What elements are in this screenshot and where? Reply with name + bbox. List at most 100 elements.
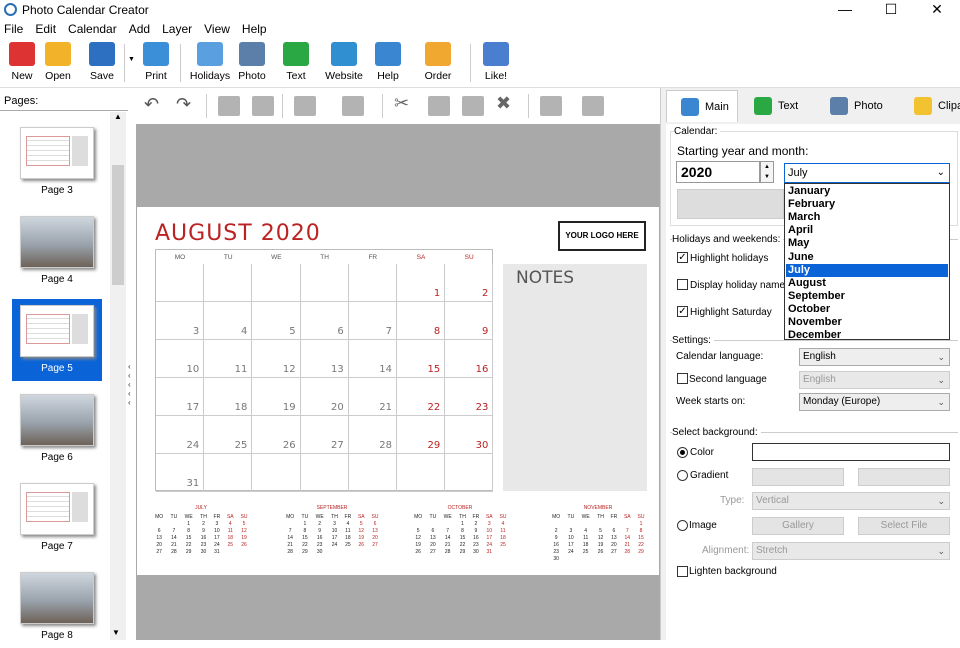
day-cell[interactable]: 28 bbox=[348, 416, 397, 454]
close-button[interactable]: ✕ bbox=[914, 0, 960, 20]
month-option[interactable]: November bbox=[786, 316, 948, 329]
toolbar-photo-button[interactable]: Photo bbox=[230, 40, 274, 86]
gradient-color-1[interactable] bbox=[752, 468, 844, 486]
menu-help[interactable]: Help bbox=[238, 20, 271, 38]
month-grid[interactable]: MO TU WE TH FR SA SU 1 2 3 4 5 6 7 8 9 10 11 12 13 14 15 16 17 1… bbox=[155, 249, 494, 492]
day-cell[interactable]: 6 bbox=[300, 302, 349, 340]
menu-layer[interactable]: Layer bbox=[158, 20, 196, 38]
day-cell[interactable]: 18 bbox=[204, 378, 253, 416]
toolbar-help-button[interactable]: Help bbox=[366, 40, 410, 86]
day-cell[interactable]: 16 bbox=[445, 340, 494, 378]
lighten-background-checkbox[interactable] bbox=[677, 566, 688, 577]
day-cell[interactable]: 30 bbox=[445, 416, 494, 454]
month-option[interactable]: February bbox=[786, 198, 948, 211]
color-radio[interactable] bbox=[677, 447, 688, 458]
day-cell[interactable]: 17 bbox=[156, 378, 205, 416]
page-thumbnail[interactable]: Page 4 bbox=[12, 210, 102, 292]
month-option[interactable]: June bbox=[786, 251, 948, 264]
calendar-month-title[interactable]: AUGUST 2020 bbox=[155, 221, 321, 246]
day-cell[interactable]: 11 bbox=[204, 340, 253, 378]
week-starts-select[interactable]: Monday (Europe) ⌄ bbox=[799, 393, 950, 411]
menu-calendar[interactable]: Calendar bbox=[64, 20, 121, 38]
day-cell[interactable] bbox=[445, 454, 494, 492]
scroll-down-icon[interactable]: ▼ bbox=[112, 628, 120, 637]
month-option[interactable]: August bbox=[786, 277, 948, 290]
day-cell[interactable]: 3 bbox=[156, 302, 205, 340]
tab-main[interactable]: Main bbox=[666, 90, 738, 122]
day-cell[interactable] bbox=[348, 264, 397, 302]
align-bottom-icon[interactable] bbox=[342, 96, 364, 116]
gallery-button[interactable]: Gallery bbox=[752, 517, 844, 535]
toolbar-website-button[interactable]: Website bbox=[322, 40, 366, 86]
lock-icon[interactable] bbox=[582, 96, 604, 116]
second-language-select[interactable]: English ⌄ bbox=[799, 371, 950, 389]
minimize-button[interactable]: — bbox=[822, 0, 868, 20]
toolbar-text-button[interactable]: Text bbox=[274, 40, 318, 86]
menu-view[interactable]: View bbox=[200, 20, 234, 38]
day-cell[interactable]: 1 bbox=[397, 264, 446, 302]
page-thumbnail[interactable]: Page 7 bbox=[12, 477, 102, 559]
day-cell[interactable]: 20 bbox=[300, 378, 349, 416]
tab-text[interactable]: Text bbox=[738, 90, 814, 122]
day-cell[interactable]: 8 bbox=[397, 302, 446, 340]
second-language-checkbox[interactable] bbox=[677, 373, 688, 384]
month-option[interactable]: December bbox=[786, 329, 948, 342]
day-cell[interactable]: 24 bbox=[156, 416, 205, 454]
maximize-button[interactable]: ☐ bbox=[868, 0, 914, 20]
day-cell[interactable]: 7 bbox=[348, 302, 397, 340]
gradient-type-select[interactable]: Vertical ⌄ bbox=[752, 492, 950, 510]
month-option[interactable]: April bbox=[786, 224, 948, 237]
day-cell[interactable] bbox=[252, 454, 301, 492]
page-thumbnail[interactable]: Page 5 bbox=[12, 299, 102, 381]
day-cell[interactable]: 4 bbox=[204, 302, 253, 340]
select-file-button[interactable]: Select File bbox=[858, 517, 950, 535]
toolbar-holidays-button[interactable]: Holidays bbox=[188, 40, 232, 86]
cut-icon[interactable]: ✂ bbox=[394, 93, 416, 113]
apply-calendar-button[interactable] bbox=[677, 189, 784, 219]
properties-gear-icon[interactable] bbox=[540, 96, 562, 116]
paste-icon[interactable] bbox=[462, 96, 484, 116]
month-option[interactable]: March bbox=[786, 211, 948, 224]
notes-area[interactable] bbox=[503, 264, 647, 491]
day-cell[interactable] bbox=[300, 454, 349, 492]
month-option[interactable]: October bbox=[786, 303, 948, 316]
day-cell[interactable]: 19 bbox=[252, 378, 301, 416]
alignment-select[interactable]: Stretch ⌄ bbox=[752, 542, 950, 560]
day-cell[interactable]: 27 bbox=[300, 416, 349, 454]
collapse-panel-icon[interactable]: ‹ ‹ ‹ ‹ ‹ bbox=[128, 362, 136, 407]
day-cell[interactable]: 21 bbox=[348, 378, 397, 416]
toolbar-like-button[interactable]: Like! bbox=[474, 40, 518, 86]
day-cell[interactable]: 13 bbox=[300, 340, 349, 378]
tab-photo[interactable]: Photo bbox=[814, 90, 898, 122]
undo-icon[interactable]: ↶ bbox=[144, 94, 166, 114]
redo-icon[interactable]: ↷ bbox=[176, 94, 198, 114]
day-cell[interactable]: 23 bbox=[445, 378, 494, 416]
day-cell[interactable]: 29 bbox=[397, 416, 446, 454]
menu-edit[interactable]: Edit bbox=[31, 20, 60, 38]
page-thumbnail[interactable]: Page 6 bbox=[12, 388, 102, 470]
save-dropdown-icon[interactable]: ▼ bbox=[128, 56, 135, 63]
day-cell[interactable] bbox=[156, 264, 205, 302]
day-cell[interactable]: 31 bbox=[156, 454, 205, 492]
day-cell[interactable]: 14 bbox=[348, 340, 397, 378]
send-backward-icon[interactable] bbox=[252, 96, 274, 116]
day-cell[interactable] bbox=[397, 454, 446, 492]
gradient-color-2[interactable] bbox=[858, 468, 950, 486]
calendar-language-select[interactable]: English ⌄ bbox=[799, 348, 950, 366]
delete-icon[interactable]: ✖ bbox=[496, 93, 518, 113]
month-select[interactable]: July ⌄ bbox=[784, 163, 950, 183]
gradient-radio[interactable] bbox=[677, 470, 688, 481]
day-cell[interactable]: 15 bbox=[397, 340, 446, 378]
page-thumbnail[interactable]: Page 8 bbox=[12, 566, 102, 648]
month-option[interactable]: January bbox=[786, 185, 948, 198]
year-input[interactable]: 2020 bbox=[676, 161, 760, 183]
align-top-icon[interactable] bbox=[294, 96, 316, 116]
day-cell[interactable]: 25 bbox=[204, 416, 253, 454]
display-holiday-names-checkbox[interactable] bbox=[677, 279, 688, 290]
pages-scroll-thumb[interactable] bbox=[112, 165, 124, 285]
month-option[interactable]: May bbox=[786, 237, 948, 250]
toolbar-order-button[interactable]: Order bbox=[416, 40, 460, 86]
color-swatch[interactable] bbox=[752, 443, 950, 461]
toolbar-open-button[interactable]: Open bbox=[36, 40, 80, 86]
month-option[interactable]: September bbox=[786, 290, 948, 303]
